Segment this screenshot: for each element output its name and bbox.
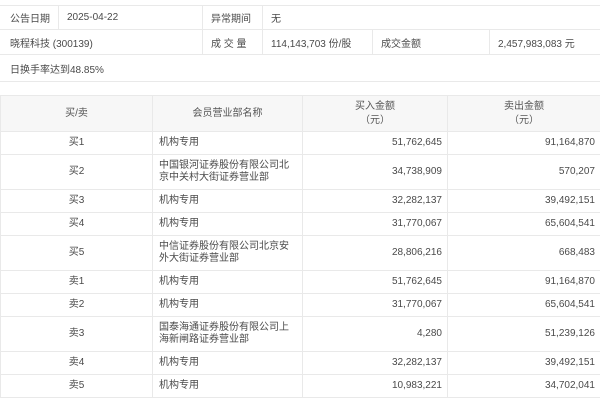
cell-side: 卖1 xyxy=(1,271,153,294)
cell-side: 卖2 xyxy=(1,294,153,317)
cell-buy-amount: 34,738,909 xyxy=(303,155,448,190)
cell-sell-amount: 65,604,541 xyxy=(448,294,600,317)
cell-buy-amount: 28,806,216 xyxy=(303,236,448,271)
summary-row-note: 日换手率达到48.85% xyxy=(0,55,600,82)
cell-branch: 机构专用 xyxy=(153,213,303,236)
cell-sell-amount: 39,492,151 xyxy=(448,190,600,213)
column-header-buy-amount: 买入金额（元） xyxy=(303,96,448,132)
cell-buy-amount: 10,983,221 xyxy=(303,375,448,398)
table-row: 买3机构专用32,282,13739,492,151 xyxy=(1,190,600,213)
cell-sell-amount: 91,164,870 xyxy=(448,132,600,155)
cell-sell-amount: 34,702,041 xyxy=(448,375,600,398)
cell-branch: 机构专用 xyxy=(153,375,303,398)
cell-sell-amount: 91,164,870 xyxy=(448,271,600,294)
cell-side: 卖3 xyxy=(1,317,153,352)
cell-side: 买5 xyxy=(1,236,153,271)
cell-sell-amount: 51,239,126 xyxy=(448,317,600,352)
cell-sell-amount: 39,492,151 xyxy=(448,352,600,375)
cell-branch: 机构专用 xyxy=(153,271,303,294)
cell-sell-amount: 668,483 xyxy=(448,236,600,271)
table-row: 卖5机构专用10,983,22134,702,041 xyxy=(1,375,600,398)
cell-sell-amount: 570,207 xyxy=(448,155,600,190)
table-row: 卖3国泰海通证券股份有限公司上海新闸路证券营业部4,28051,239,126 xyxy=(1,317,600,352)
column-header-buy-line2: （元） xyxy=(303,114,447,128)
cell-side: 买2 xyxy=(1,155,153,190)
cell-side: 买4 xyxy=(1,213,153,236)
table-row: 买1机构专用51,762,64591,164,870 xyxy=(1,132,600,155)
cell-branch: 机构专用 xyxy=(153,132,303,155)
cell-buy-amount: 32,282,137 xyxy=(303,190,448,213)
table-row: 买4机构专用31,770,06765,604,541 xyxy=(1,213,600,236)
column-header-branch: 会员营业部名称 xyxy=(153,96,303,132)
summary-panel: 公告日期 2025-04-22 异常期间 无 晓程科技 (300139) 成 交… xyxy=(0,5,600,82)
broker-seats-table: 买/卖 会员营业部名称 买入金额（元） 卖出金额（元） 买1机构专用51,762… xyxy=(0,95,600,398)
cell-side: 卖5 xyxy=(1,375,153,398)
column-header-sell-line2: （元） xyxy=(448,114,600,128)
cell-branch: 中国银河证券股份有限公司北京中关村大街证券营业部 xyxy=(153,155,303,190)
turnover-value: 2,457,983,083 元 xyxy=(490,35,600,50)
column-header-sell-line1: 卖出金额 xyxy=(448,100,600,114)
summary-row-stock: 晓程科技 (300139) 成 交 量 114,143,703 份/股 成交金额… xyxy=(0,30,600,55)
turnover-label: 成交金额 xyxy=(373,30,490,54)
table-header: 买/卖 会员营业部名称 买入金额（元） 卖出金额（元） xyxy=(1,96,600,132)
cell-side: 买3 xyxy=(1,190,153,213)
cell-sell-amount: 65,604,541 xyxy=(448,213,600,236)
abnormal-period-label: 异常期间 xyxy=(203,6,263,29)
column-header-side: 买/卖 xyxy=(1,96,153,132)
cell-buy-amount: 31,770,067 xyxy=(303,213,448,236)
cell-buy-amount: 32,282,137 xyxy=(303,352,448,375)
announce-date-label: 公告日期 xyxy=(0,6,59,29)
cell-buy-amount: 51,762,645 xyxy=(303,271,448,294)
table-row: 买5中信证券股份有限公司北京安外大街证券营业部28,806,216668,483 xyxy=(1,236,600,271)
volume-value: 114,143,703 份/股 xyxy=(263,30,373,54)
volume-label: 成 交 量 xyxy=(203,30,263,54)
cell-side: 卖4 xyxy=(1,352,153,375)
table-row: 卖1机构专用51,762,64591,164,870 xyxy=(1,271,600,294)
cell-branch: 机构专用 xyxy=(153,352,303,375)
column-header-sell-amount: 卖出金额（元） xyxy=(448,96,600,132)
cell-branch: 机构专用 xyxy=(153,294,303,317)
table-body: 买1机构专用51,762,64591,164,870买2中国银河证券股份有限公司… xyxy=(1,132,600,398)
cell-branch: 国泰海通证券股份有限公司上海新闸路证券营业部 xyxy=(153,317,303,352)
cell-buy-amount: 51,762,645 xyxy=(303,132,448,155)
column-header-buy-line1: 买入金额 xyxy=(303,100,447,114)
abnormal-period-value: 无 xyxy=(263,10,600,25)
announce-date-value: 2025-04-22 xyxy=(59,6,203,29)
stock-name: 晓程科技 (300139) xyxy=(0,30,203,54)
cell-side: 买1 xyxy=(1,132,153,155)
table-row: 卖2机构专用31,770,06765,604,541 xyxy=(1,294,600,317)
cell-buy-amount: 4,280 xyxy=(303,317,448,352)
turnover-note: 日换手率达到48.85% xyxy=(0,61,600,76)
table-row: 卖4机构专用32,282,13739,492,151 xyxy=(1,352,600,375)
summary-row-date: 公告日期 2025-04-22 异常期间 无 xyxy=(0,5,600,30)
table-row: 买2中国银河证券股份有限公司北京中关村大街证券营业部34,738,909570,… xyxy=(1,155,600,190)
cell-branch: 机构专用 xyxy=(153,190,303,213)
cell-branch: 中信证券股份有限公司北京安外大街证券营业部 xyxy=(153,236,303,271)
cell-buy-amount: 31,770,067 xyxy=(303,294,448,317)
